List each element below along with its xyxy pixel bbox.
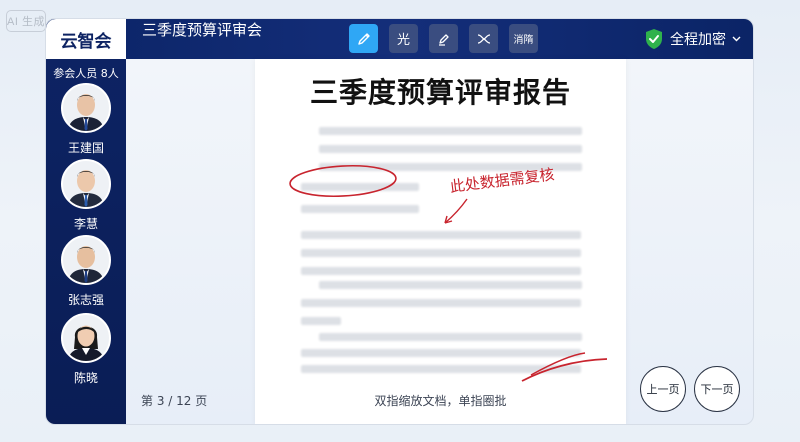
annotation-underline <box>521 358 608 382</box>
avatar <box>61 235 111 285</box>
participants-count: 参会人员 8人 <box>53 67 119 80</box>
pen-icon <box>357 32 370 45</box>
annotation-underline <box>530 352 586 376</box>
previous-page-label: 上一页 <box>646 383 680 396</box>
annotation-circle <box>289 164 397 198</box>
encryption-dropdown[interactable]: 全程加密 <box>644 19 741 59</box>
laser-tool-label: 光 <box>396 33 410 48</box>
app-logo: 云智会 <box>46 19 126 59</box>
participant-name: 张志强 <box>67 293 104 307</box>
page-indicator: 第 3 / 12 页 <box>141 394 208 408</box>
avatar <box>61 313 111 363</box>
participant-name: 陈晓 <box>73 371 98 385</box>
meeting-window: 云智会 三季度预算评审会 光 消隋 全程加密 参会人员 8人 王建国 李慧 张志… <box>45 18 754 425</box>
annotation-arrow <box>444 198 468 224</box>
gesture-hint: 双指缩放文档，单指圈批 <box>374 394 507 408</box>
top-bar: 云智会 三季度预算评审会 光 消隋 全程加密 <box>46 19 753 59</box>
highlighter-tool-button[interactable] <box>429 24 458 53</box>
next-page-label: 下一页 <box>700 383 734 396</box>
chevron-down-icon <box>732 36 741 42</box>
next-page-button[interactable]: 下一页 <box>694 366 740 412</box>
laser-tool-button[interactable]: 光 <box>389 24 418 53</box>
highlighter-icon <box>438 33 449 46</box>
annotation-toolbar: 光 消隋 <box>349 24 538 53</box>
participants-sidebar: 参会人员 8人 王建国 李慧 张志强 陈晓 <box>46 59 126 424</box>
annotation-layer <box>289 164 608 382</box>
ai-generated-watermark: AI 生成 <box>6 10 46 32</box>
meeting-title: 三季度预算评审会 <box>142 21 263 39</box>
undo-tool-label: 消隋 <box>513 35 534 46</box>
shield-check-icon <box>646 29 662 49</box>
participant-name: 李慧 <box>73 217 98 231</box>
eraser-tool-button[interactable] <box>469 24 498 53</box>
previous-page-button[interactable]: 上一页 <box>640 366 686 412</box>
document-page[interactable]: 三季度预算评审报告 此处数据需复核 <box>255 59 626 424</box>
undo-tool-button[interactable]: 消隋 <box>509 24 538 53</box>
encryption-label: 全程加密 <box>670 32 726 48</box>
avatar <box>61 83 111 133</box>
pen-tool-button[interactable] <box>349 24 378 53</box>
participant-name: 王建国 <box>67 141 104 155</box>
avatar <box>61 159 111 209</box>
eraser-icon <box>477 33 490 44</box>
